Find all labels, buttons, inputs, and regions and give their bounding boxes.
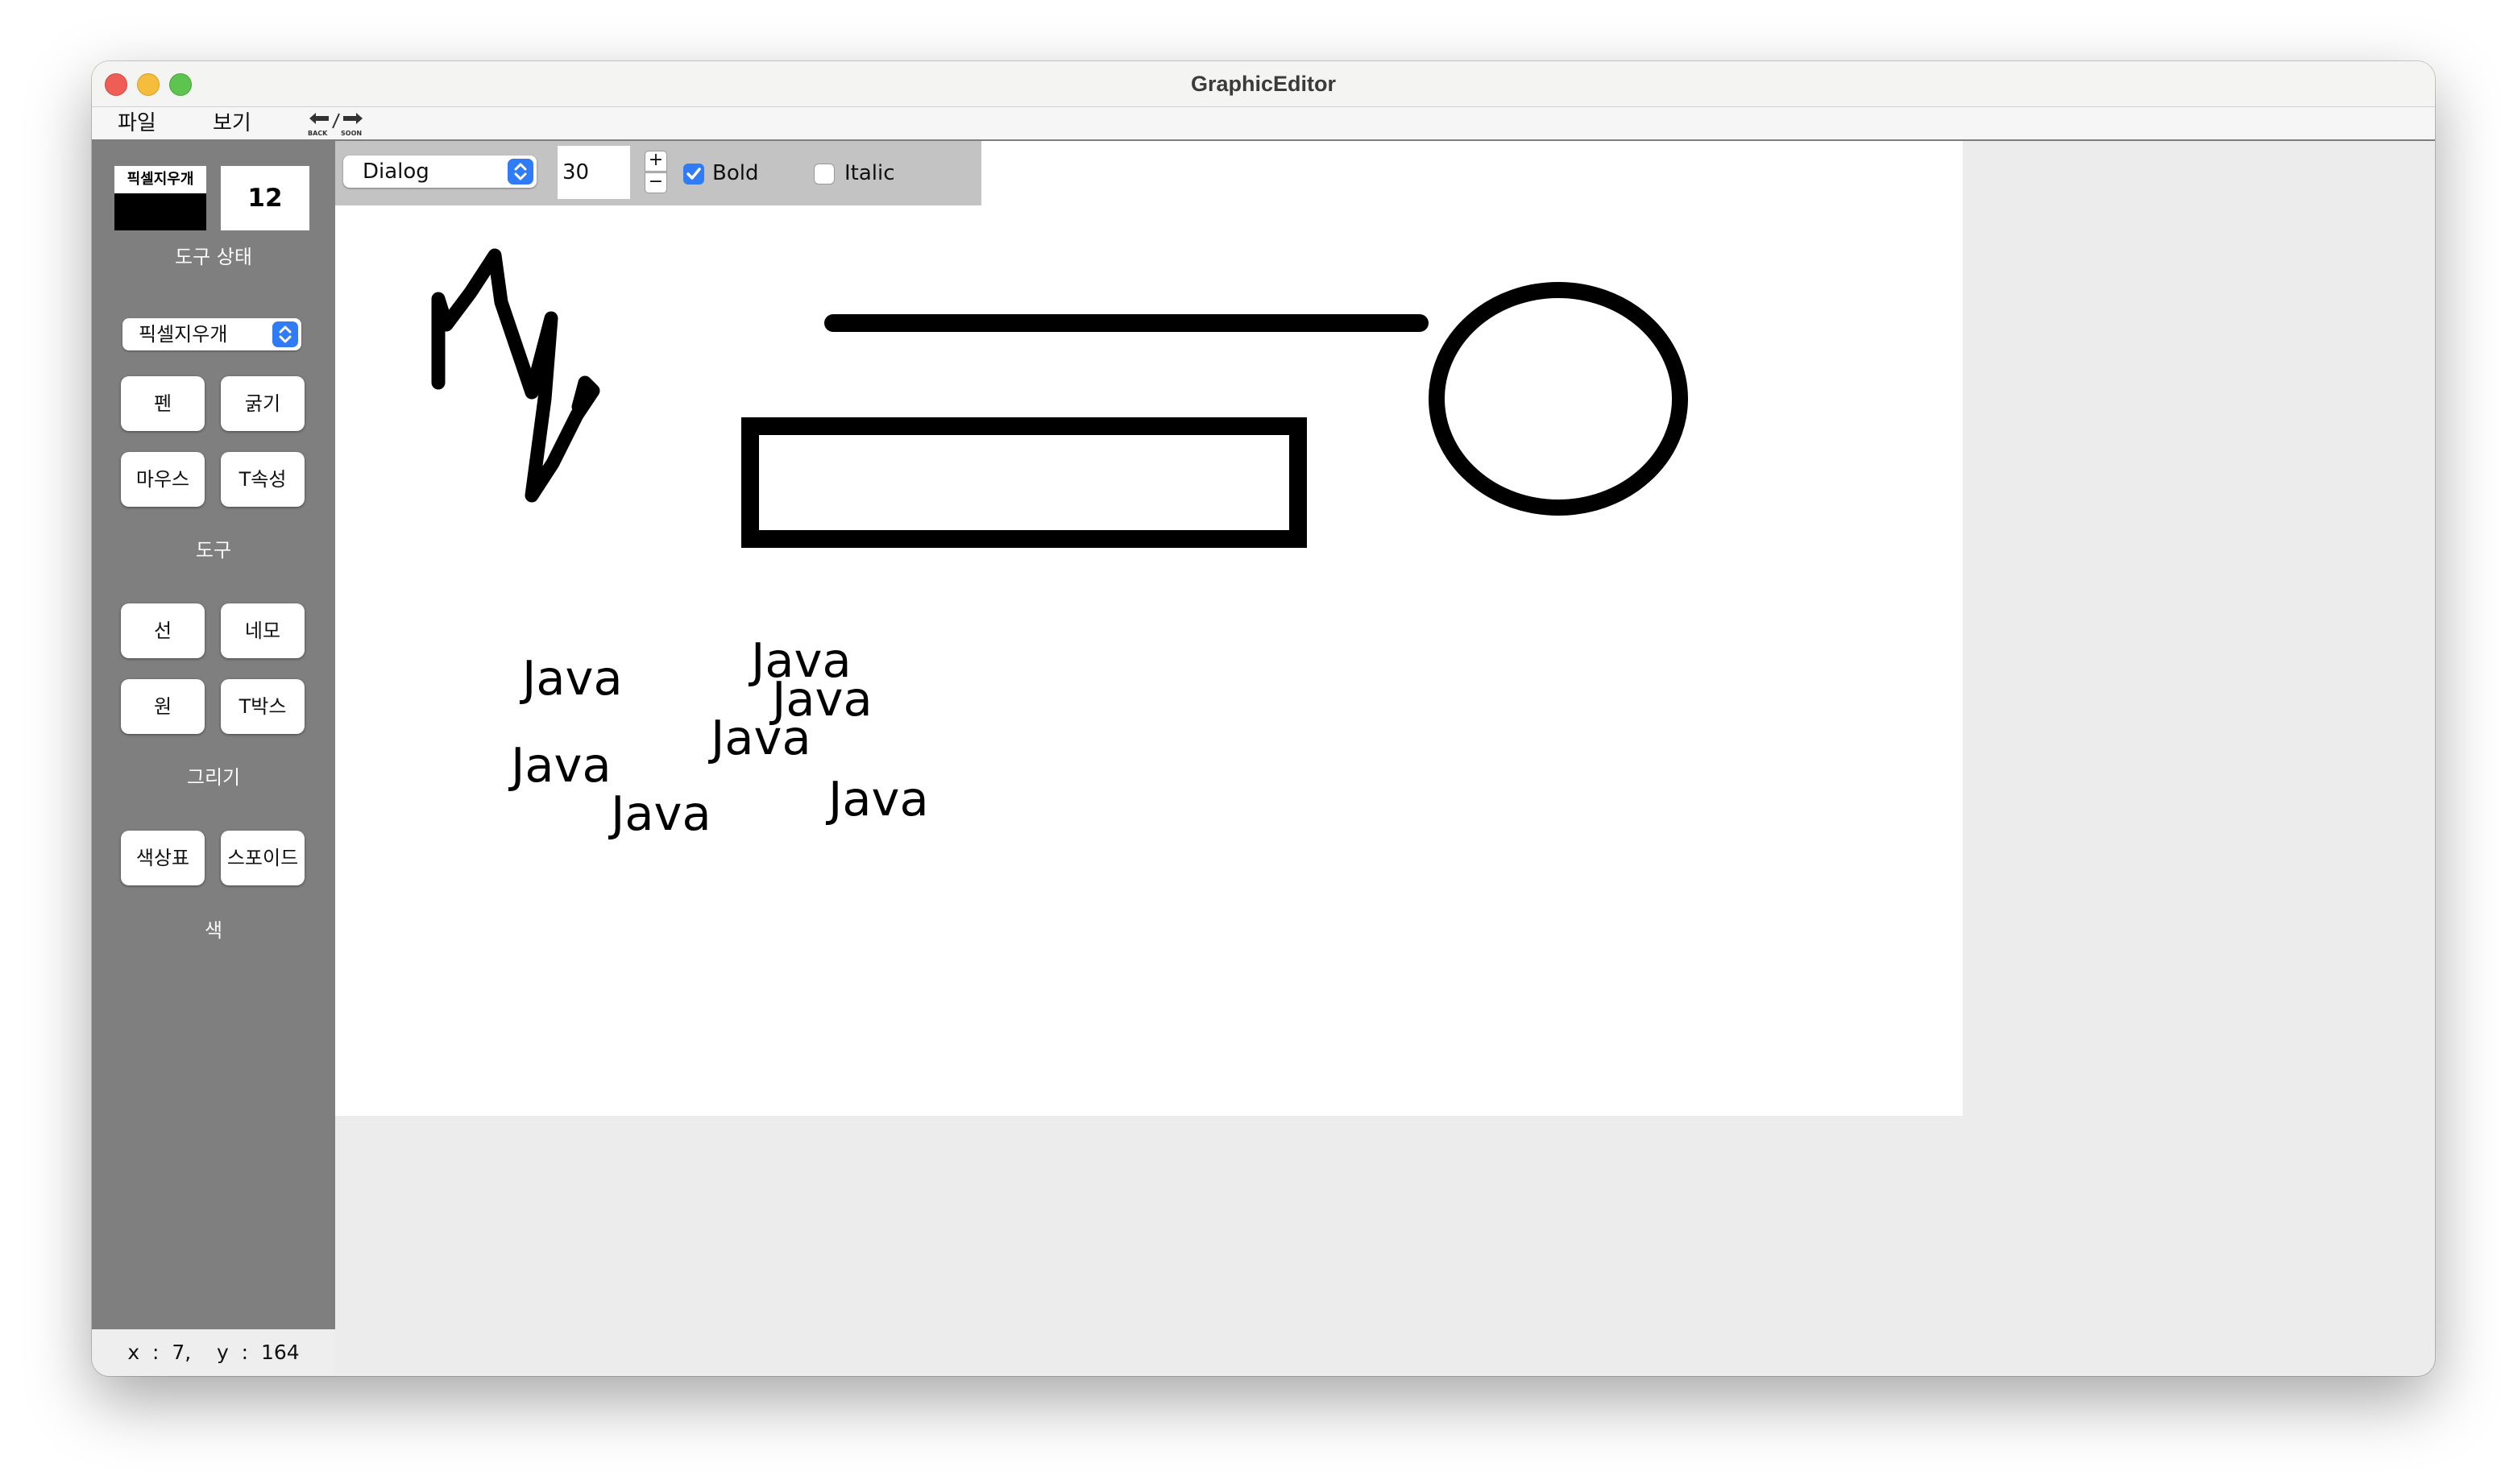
undo-label: BACK <box>308 130 328 137</box>
canvas-text: Java <box>522 650 623 706</box>
back-soon-arrows-icon[interactable]: BACK SOON <box>306 110 366 138</box>
chevron-updown-icon <box>508 159 533 184</box>
menu-file[interactable]: 파일 <box>118 107 156 139</box>
canvas-text: Java <box>711 710 811 765</box>
circle-shape <box>1429 282 1688 516</box>
redo-label: SOON <box>341 130 362 137</box>
palette-button[interactable]: 색상표 <box>121 831 205 885</box>
font-size-decrease[interactable]: − <box>645 172 667 193</box>
bold-label[interactable]: Bold <box>712 159 758 188</box>
canvas-text: Java <box>611 786 711 841</box>
color-label: 색 <box>204 919 223 942</box>
tool-state-preview: 픽셀지우개 <box>114 166 206 230</box>
tool-sidebar: 픽셀지우개 12 도구 상태 픽셀지우개 펜 굵기 마우스 T속성 도구 선 네… <box>92 141 335 1329</box>
italic-label[interactable]: Italic <box>844 159 895 188</box>
mouse-button[interactable]: 마우스 <box>121 452 205 507</box>
font-select-value: Dialog <box>363 160 429 184</box>
checkmark-icon <box>686 168 701 180</box>
rect-button[interactable]: 네모 <box>221 603 305 658</box>
text-props-button[interactable]: T속성 <box>221 452 305 507</box>
font-size-increase[interactable]: + <box>645 151 667 172</box>
tool-select[interactable]: 픽셀지우개 <box>122 318 301 350</box>
menu-view[interactable]: 보기 <box>213 107 251 139</box>
tool-select-value: 픽셀지우개 <box>139 323 228 346</box>
canvas-text: Java <box>828 771 929 827</box>
tool-state-thickness: 12 <box>221 166 309 230</box>
title-bar: GraphicEditor <box>92 61 2435 107</box>
eyedropper-button[interactable]: 스포이드 <box>221 831 305 885</box>
textbox-button[interactable]: T박스 <box>221 679 305 734</box>
coordinate-status: x : 7, y : 164 <box>92 1329 335 1376</box>
tool-state-name: 픽셀지우개 <box>114 166 206 193</box>
font-size-input[interactable]: 30 <box>558 146 630 199</box>
font-select[interactable]: Dialog <box>343 155 537 188</box>
text-properties-toolbar: Dialog 30 + − Bold Italic <box>335 141 981 205</box>
canvas-text: Java <box>511 737 612 793</box>
pen-button[interactable]: 펜 <box>121 376 205 431</box>
freehand-stroke <box>431 248 600 503</box>
rect-shape <box>741 417 1307 548</box>
bold-checkbox[interactable] <box>683 164 704 184</box>
app-window: GraphicEditor 파일 보기 BACK SOON 픽셀지우개 12 도… <box>92 61 2435 1376</box>
thickness-button[interactable]: 굵기 <box>221 376 305 431</box>
draw-label: 그리기 <box>186 766 241 789</box>
menu-bar: 파일 보기 BACK SOON <box>92 107 2435 141</box>
circle-button[interactable]: 원 <box>121 679 205 734</box>
chevron-updown-icon <box>272 321 298 347</box>
drawing-canvas[interactable]: Java Java Java Java Java Java Java <box>335 141 1963 1116</box>
tools-label: 도구 <box>195 539 232 562</box>
line-button[interactable]: 선 <box>121 603 205 658</box>
tool-state-label: 도구 상태 <box>175 246 252 268</box>
window-title: GraphicEditor <box>1190 72 1337 96</box>
italic-checkbox[interactable] <box>814 164 835 184</box>
canvas-shapes <box>431 248 1688 548</box>
